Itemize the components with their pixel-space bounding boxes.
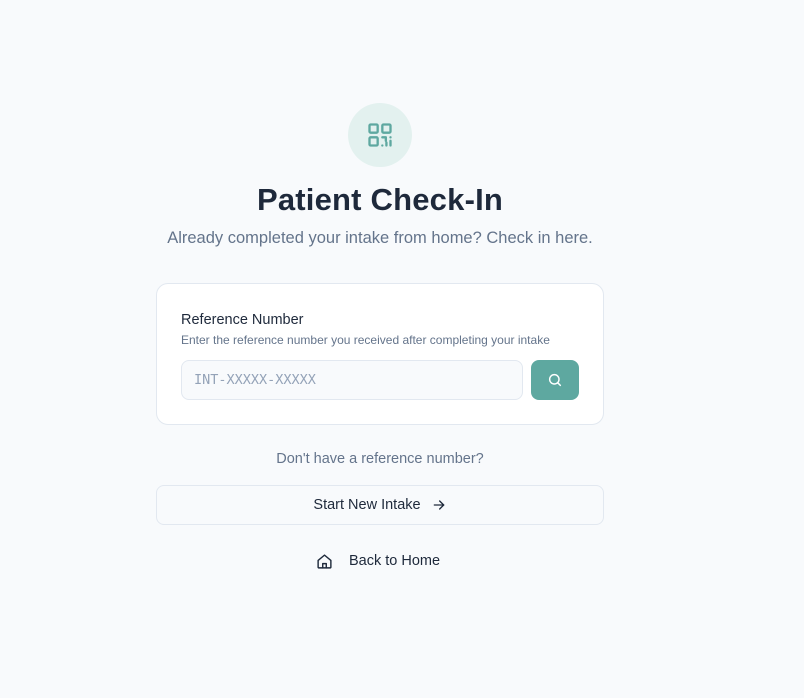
- qr-code-badge: [348, 103, 412, 167]
- back-to-home-link[interactable]: Back to Home: [316, 550, 440, 572]
- reference-hint: Enter the reference number you received …: [181, 333, 550, 347]
- no-reference-prompt: Don't have a reference number?: [276, 451, 484, 467]
- home-icon: [316, 553, 333, 570]
- reference-label: Reference Number: [181, 312, 304, 328]
- page-subtitle: Already completed your intake from home?…: [167, 229, 593, 247]
- search-button[interactable]: [531, 360, 579, 400]
- back-to-home-label: Back to Home: [349, 553, 441, 569]
- qr-code-icon: [366, 121, 394, 149]
- arrow-right-icon: [431, 497, 447, 513]
- page-title: Patient Check-In: [256, 182, 504, 217]
- check-in-page: Patient Check-In Already completed your …: [0, 0, 804, 698]
- search-icon: [547, 372, 563, 388]
- start-new-intake-button[interactable]: Start New Intake: [156, 485, 604, 525]
- reference-card: Reference Number Enter the reference num…: [156, 283, 604, 425]
- reference-number-input[interactable]: [181, 360, 523, 400]
- start-new-intake-label: Start New Intake: [313, 497, 421, 513]
